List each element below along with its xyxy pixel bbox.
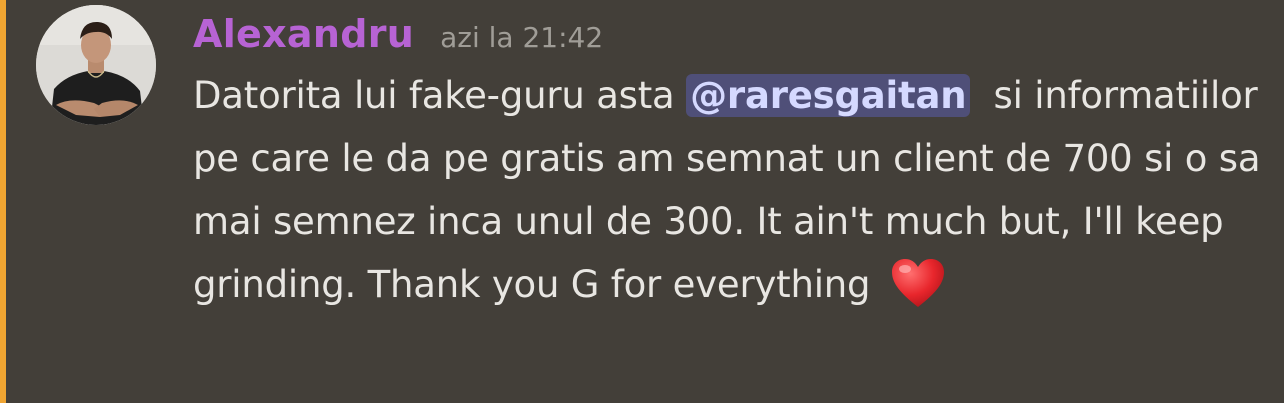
message-timestamp: azi la 21:42 (440, 21, 604, 54)
mention-highlight-bar (0, 0, 6, 403)
chat-message: Alexandru azi la 21:42 Datorita lui fake… (0, 0, 1284, 403)
user-mention[interactable]: @raresgaitan (686, 74, 971, 117)
avatar[interactable] (36, 5, 156, 125)
red-heart-icon (890, 257, 946, 309)
message-content: Alexandru azi la 21:42 Datorita lui fake… (193, 12, 1263, 316)
message-text: Datorita lui fake-guru asta @raresgaitan… (193, 64, 1263, 316)
message-header: Alexandru azi la 21:42 (193, 12, 1263, 64)
author-name[interactable]: Alexandru (193, 12, 414, 56)
avatar-photo-icon (36, 5, 156, 125)
message-text-part-1: Datorita lui fake-guru asta (193, 74, 687, 117)
